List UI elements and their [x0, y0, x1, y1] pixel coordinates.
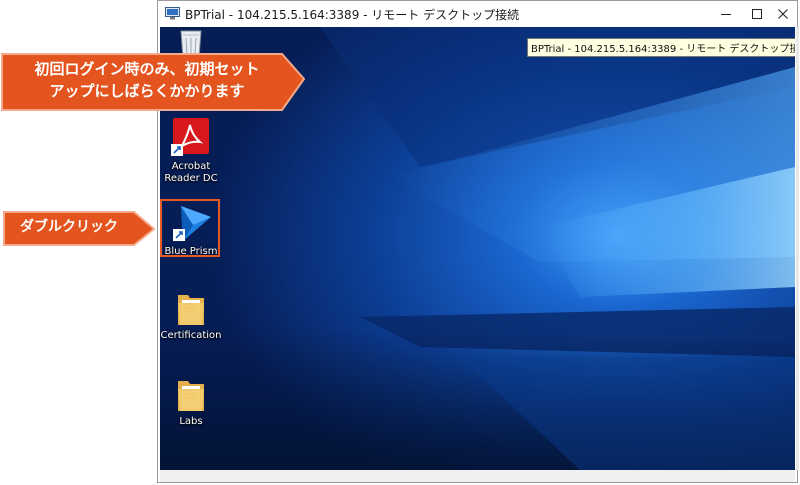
close-button[interactable] — [767, 1, 799, 27]
close-icon — [778, 9, 788, 19]
screenshot-stage: BPTrial - 104.215.5.164:3389 - リモート デスクト… — [0, 0, 800, 485]
folder-icon — [178, 295, 204, 325]
horizontal-scrollbar[interactable] — [160, 470, 784, 482]
folder-icon — [178, 381, 204, 411]
acrobat-reader-icon — [171, 118, 209, 156]
titlebar-tooltip: BPTrial - 104.215.5.164:3389 - リモート デスクト… — [527, 38, 795, 57]
scrollbar-corner — [784, 470, 795, 482]
callout-double-click: ダブルクリック — [20, 219, 118, 235]
minimize-icon — [721, 14, 731, 15]
desktop-icon-label: Labs — [179, 416, 203, 427]
desktop-icon-label: Certification — [160, 330, 222, 341]
vertical-scrollbar[interactable] — [796, 27, 799, 470]
desktop-icon-certification-folder[interactable]: Certification — [160, 291, 225, 342]
maximize-icon — [752, 9, 762, 19]
minimize-button[interactable] — [710, 1, 742, 27]
desktop-icon-labs-folder[interactable]: Labs — [160, 377, 225, 428]
